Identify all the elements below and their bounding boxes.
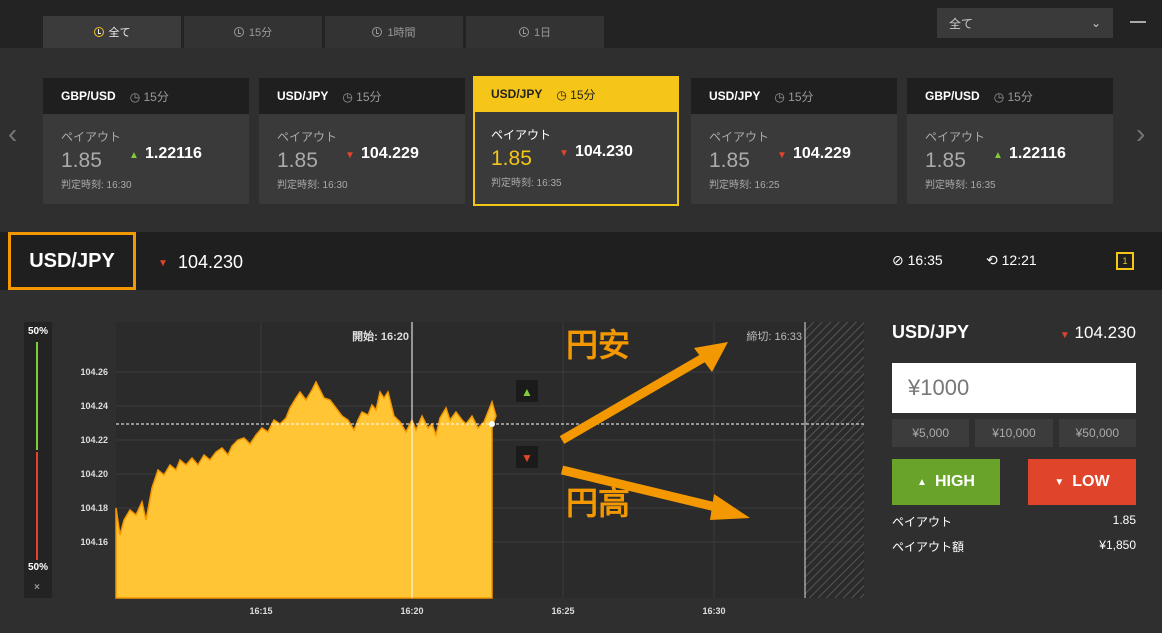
- tab-1hour[interactable]: 1時間: [325, 16, 463, 48]
- y-tick: 104.24: [80, 401, 108, 411]
- down-arrow-icon: ▼: [1059, 329, 1070, 341]
- end-label: 締切: 16:33: [746, 329, 802, 343]
- low-button[interactable]: ▼ LOW: [1028, 459, 1136, 505]
- option-card[interactable]: USD/JPY ◷ 15分 ペイアウト 1.85 判定時刻: 16:30 ▼ 104.22…: [259, 78, 465, 204]
- panel-payout-amount: ¥1,850: [1099, 538, 1136, 552]
- y-tick: 104.26: [80, 367, 108, 377]
- current-price: 104.230: [178, 252, 244, 272]
- info-bar: USD/JPY ▼ 104.230 ⊘ 16:35 ⟲ 12:21 1: [0, 232, 1162, 290]
- option-card[interactable]: GBP/USD ◷ 15分 ペイアウト 1.85 判定時刻: 16:35 ▲ 1.2211…: [907, 78, 1113, 204]
- card-period: ◷ 15分: [342, 89, 382, 104]
- card-period: ◷ 15分: [129, 89, 169, 104]
- quick-amount-button[interactable]: ¥50,000: [1058, 419, 1136, 447]
- quick-amount-button[interactable]: ¥10,000: [975, 419, 1053, 447]
- tab-15min[interactable]: 15分: [184, 16, 322, 48]
- panel-payout: 1.85: [1112, 513, 1136, 527]
- chart-mode-icon[interactable]: 1: [1116, 252, 1134, 270]
- down-arrow-icon: ▼: [1054, 476, 1065, 488]
- weak-yen-annotation: 円安: [566, 327, 631, 363]
- remaining-time: ⟲ 12:21: [986, 252, 1037, 268]
- price-chart: ▲ ▼ 開始: 16:20 締切: 16:33 104.26 104.24 10…: [80, 322, 864, 616]
- option-card[interactable]: USD/JPY ◷ 15分 ペイアウト 1.85 判定時刻: 16:25 ▼ 104.22…: [691, 78, 897, 204]
- y-tick: 104.20: [80, 469, 108, 479]
- clock-icon: [372, 27, 383, 37]
- clock-icon: [518, 27, 529, 37]
- tab-1day[interactable]: 1日: [466, 16, 604, 48]
- close-icon[interactable]: ×: [34, 582, 40, 593]
- panel-symbol: USD/JPY: [892, 322, 970, 342]
- down-arrow-icon: ▼: [777, 150, 787, 161]
- svg-text:▼: ▼: [521, 451, 533, 465]
- top-bar: 全て 15分 1時間 1日 全て ⌄: [0, 0, 1162, 48]
- x-tick: 16:20: [400, 606, 423, 616]
- trade-panel: USD/JPY ▼ 104.230 ¥1000 ¥5,000 ¥10,000 ¥5…: [892, 322, 1136, 554]
- up-arrow-icon: ▲: [993, 150, 1003, 161]
- y-tick: 104.16: [80, 537, 108, 547]
- clock-icon: [93, 27, 104, 37]
- high-button[interactable]: ▲ HIGH: [892, 459, 1000, 505]
- chevron-right-icon[interactable]: ›: [1136, 118, 1145, 150]
- menu-icon[interactable]: [1130, 21, 1146, 23]
- current-point: [489, 421, 495, 427]
- amount-input[interactable]: ¥1000: [892, 363, 1136, 413]
- card-period: ◷ 15分: [556, 87, 596, 102]
- up-arrow-icon: ▲: [129, 150, 139, 161]
- panel-price: 104.230: [1074, 322, 1136, 342]
- start-label: 開始: 16:20: [352, 329, 409, 343]
- clock-icon: [233, 27, 244, 37]
- symbol-title: USD/JPY: [8, 232, 136, 290]
- card-period: ◷ 15分: [774, 89, 814, 104]
- up-sentiment-bar: [36, 342, 38, 450]
- x-tick: 16:15: [249, 606, 272, 616]
- option-card-selected[interactable]: USD/JPY ◷ 15分 ペイアウト 1.85 判定時刻: 16:35 ▼ 104.23…: [473, 76, 679, 206]
- x-tick: 16:30: [702, 606, 725, 616]
- down-sentiment-bar: [36, 452, 38, 560]
- chevron-down-icon: ⌄: [1090, 16, 1101, 30]
- sentiment-bar: 50% 50% ×: [24, 322, 52, 598]
- card-period: ◷ 15分: [993, 89, 1033, 104]
- filter-dropdown[interactable]: 全て ⌄: [937, 8, 1113, 38]
- closed-zone: [805, 322, 864, 598]
- y-tick: 104.22: [80, 435, 108, 445]
- x-tick: 16:25: [551, 606, 574, 616]
- quick-amount-button[interactable]: ¥5,000: [892, 419, 970, 447]
- down-arrow-icon: ▼: [559, 148, 569, 159]
- trading-area: 50% 50% × ▲ ▼ 開始: 16:20 締切: 16:33 104.26…: [0, 290, 1162, 633]
- expiry-time: ⊘ 16:35: [892, 252, 943, 268]
- down-arrow-icon: ▼: [158, 258, 168, 269]
- chevron-left-icon[interactable]: ‹: [8, 118, 17, 150]
- svg-text:▲: ▲: [521, 385, 533, 399]
- tab-all[interactable]: 全て: [43, 16, 181, 48]
- y-tick: 104.18: [80, 503, 108, 513]
- down-arrow-icon: ▼: [345, 150, 355, 161]
- up-arrow-icon: ▲: [917, 476, 927, 488]
- strong-yen-annotation: 円高: [566, 485, 631, 521]
- option-card[interactable]: GBP/USD ◷ 15分 ペイアウト 1.85 判定時刻: 16:30 ▲ 1.2211…: [43, 78, 249, 204]
